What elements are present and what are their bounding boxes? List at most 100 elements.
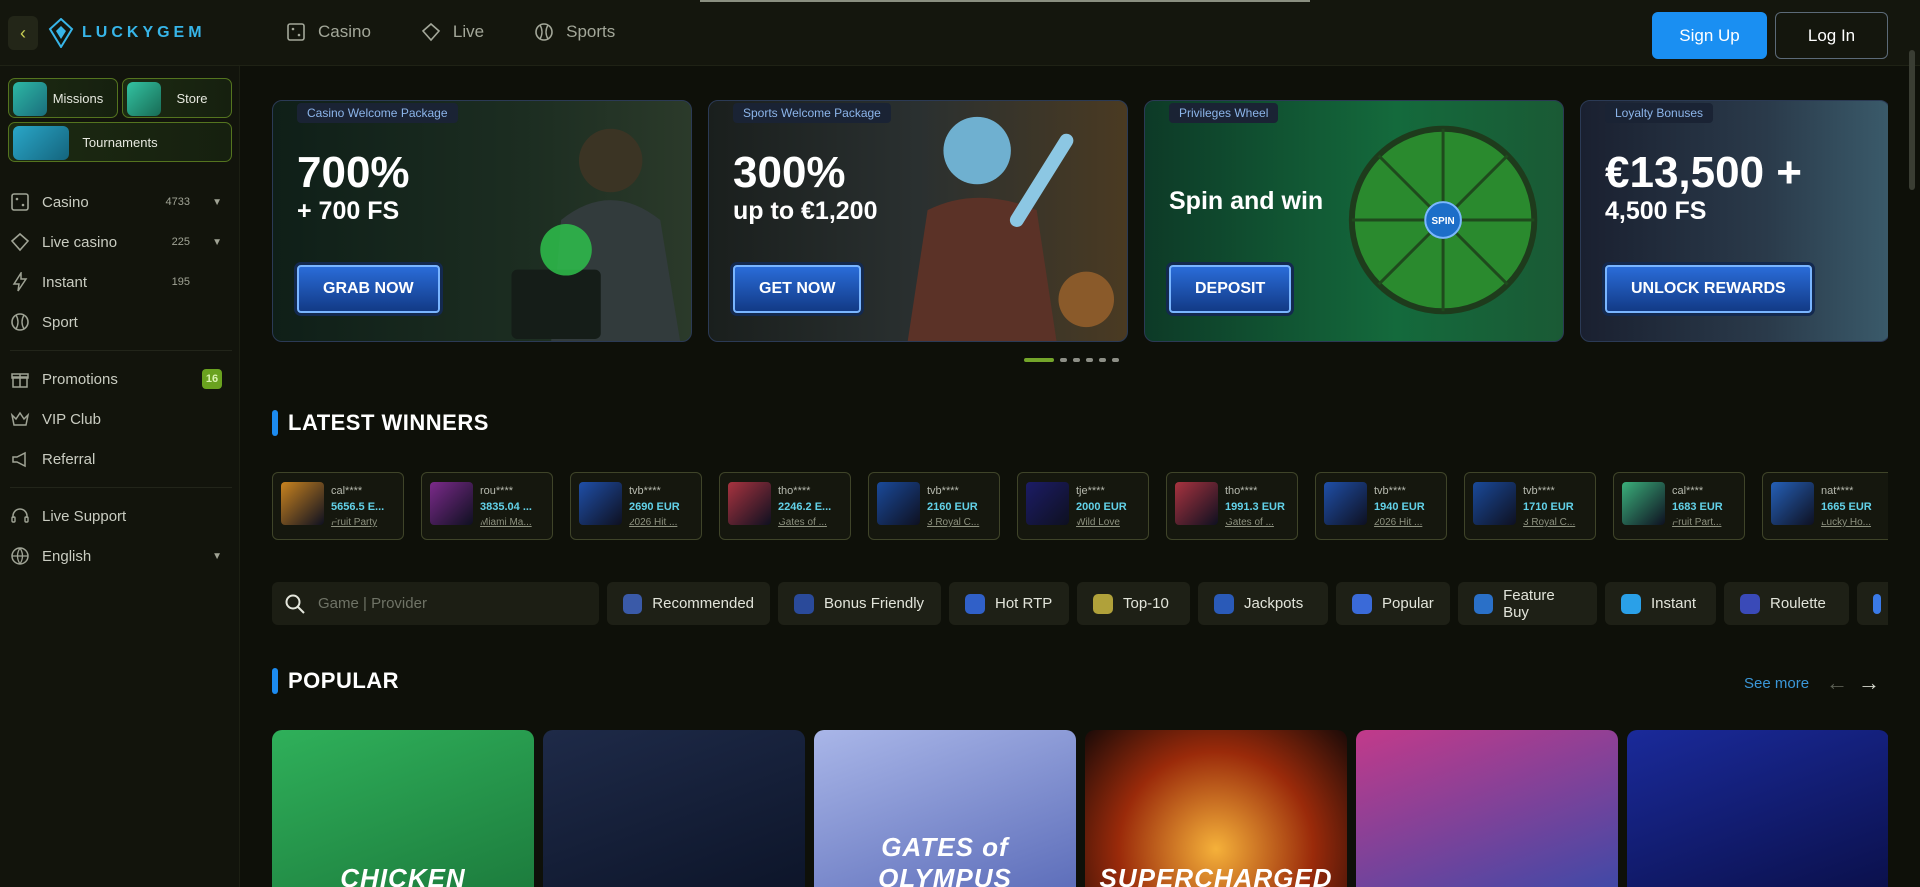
banner-privileges-wheel[interactable]: SPIN Privileges Wheel Spin and win DEPOS…	[1144, 100, 1564, 342]
winner-card[interactable]: tvb**** 2690 EUR 2026 Hit ...	[570, 472, 702, 540]
live-icon	[421, 22, 441, 42]
topnav-casino-label: Casino	[318, 22, 371, 41]
winner-card[interactable]: tvb**** 1710 EUR 3 Royal C...	[1464, 472, 1596, 540]
filter-recommended[interactable]: Recommended	[607, 582, 770, 625]
see-more-link[interactable]: See more	[1744, 675, 1809, 692]
winner-card[interactable]: rou**** 3835.04 ... Miami Ma...	[421, 472, 553, 540]
banner-loyalty-bonuses[interactable]: Loyalty Bonuses €13,500 + 4,500 FS UNLOC…	[1580, 100, 1888, 342]
carousel-dot[interactable]	[1099, 358, 1106, 362]
sidebar-item-label: Instant	[42, 273, 88, 291]
chevron-down-icon[interactable]: ▼	[212, 197, 222, 208]
language-selector[interactable]: English ▼	[10, 541, 232, 571]
sidebar-divider	[10, 487, 232, 488]
sidebar-item-referral[interactable]: Referral	[10, 444, 232, 474]
game-tile-supercharged[interactable]: SUPERCHARGED	[1085, 730, 1347, 887]
search-icon	[285, 594, 305, 614]
winner-card[interactable]: tvb**** 1940 EUR 2026 Hit ...	[1315, 472, 1447, 540]
sidebar-item-casino[interactable]: Casino 4733 ▼	[10, 187, 232, 217]
topnav-live-label: Live	[452, 22, 485, 41]
deposit-button[interactable]: DEPOSIT	[1169, 265, 1292, 313]
sidebar-item-instant[interactable]: Instant 195	[10, 267, 232, 297]
arrow-left-icon[interactable]: ←	[1826, 670, 1848, 696]
winner-card[interactable]: tvb**** 2160 EUR 3 Royal C...	[868, 472, 1000, 540]
sidebar-item-label: Live casino	[42, 233, 118, 251]
sidebar-item-live-casino[interactable]: Live casino 225 ▼	[10, 227, 232, 257]
winner-card[interactable]: tho**** 2246.2 E... Gates of ...	[719, 472, 851, 540]
logo[interactable]: LUCKYGEM	[48, 18, 206, 48]
winner-amount: 1940 EUR	[1374, 501, 1425, 513]
winner-card[interactable]: tho**** 1991.3 EUR Gates of ...	[1166, 472, 1298, 540]
filter-popular[interactable]: Popular	[1336, 582, 1450, 625]
sidebar-divider	[10, 350, 232, 351]
winner-username: tvb****	[1374, 485, 1406, 497]
carousel-dot[interactable]	[1112, 358, 1119, 362]
game-thumbnail	[1473, 482, 1516, 525]
scrollbar-thumb[interactable]	[1909, 50, 1915, 190]
game-tile-chicken[interactable]: CHICKEN	[272, 730, 534, 887]
filter-instant[interactable]: Instant	[1605, 582, 1716, 625]
grab-now-button[interactable]: GRAB NOW	[297, 265, 440, 313]
sports-ball-icon	[11, 313, 29, 331]
winner-game-link[interactable]: Lucky Ho...	[1821, 517, 1888, 542]
banner-casino-art	[511, 128, 681, 341]
sidebar-item-live-support[interactable]: Live Support	[10, 501, 232, 531]
winner-card[interactable]: cal**** 1683 EUR Fruit Part...	[1613, 472, 1745, 540]
log-in-button[interactable]: Log In	[1775, 12, 1888, 59]
game-tile-gates-of-olympus[interactable]: GATES of OLYMPUS	[814, 730, 1076, 887]
game-tile-game-6[interactable]	[1627, 730, 1888, 887]
chevron-down-icon[interactable]: ▼	[212, 551, 222, 562]
filter-hot-rtp[interactable]: Hot RTP	[949, 582, 1069, 625]
sign-up-button[interactable]: Sign Up	[1652, 12, 1767, 59]
game-title: GATES of OLYMPUS	[878, 832, 1012, 887]
collapse-sidebar-button[interactable]: ‹	[8, 16, 38, 50]
get-now-button[interactable]: GET NOW	[733, 265, 862, 313]
game-thumbnail	[1175, 482, 1218, 525]
store-chip[interactable]: Store	[122, 78, 232, 118]
carousel-dot[interactable]	[1086, 358, 1093, 362]
game-tile-game-5[interactable]	[1356, 730, 1618, 887]
roulette-icon	[1740, 593, 1760, 614]
filter-roulette[interactable]: Roulette	[1724, 582, 1849, 625]
banner-casino-welcome[interactable]: Casino Welcome Package 700% + 700 FS GRA…	[272, 100, 692, 342]
winner-amount: 2000 EUR	[1076, 501, 1127, 513]
top-10-icon	[1093, 593, 1113, 614]
carousel-dot[interactable]	[1024, 358, 1054, 362]
winner-card[interactable]: cal**** 5656.5 E... Fruit Party	[272, 472, 404, 540]
winner-username: tje****	[1076, 485, 1105, 497]
topnav-casino[interactable]: Casino	[286, 22, 371, 42]
tournaments-chip[interactable]: Tournaments	[8, 122, 232, 162]
filter-bonus-friendly[interactable]: Bonus Friendly	[778, 582, 941, 625]
filter-label: Roulette	[1770, 595, 1826, 612]
filter-more[interactable]	[1857, 582, 1888, 625]
chevron-left-icon: ‹	[20, 22, 26, 43]
winner-card[interactable]: nat**** 1665 EUR Lucky Ho...	[1762, 472, 1888, 540]
missions-chip[interactable]: Missions	[8, 78, 118, 118]
search-input[interactable]: Game | Provider	[272, 582, 599, 625]
winner-card[interactable]: tje**** 2000 EUR Wild Love	[1017, 472, 1149, 540]
banner-sports-welcome[interactable]: Sports Welcome Package 300% up to €1,200…	[708, 100, 1128, 342]
promo-carousel: Casino Welcome Package 700% + 700 FS GRA…	[272, 100, 1888, 345]
sidebar-item-vip-club[interactable]: VIP Club	[10, 404, 232, 434]
game-thumbnail	[1622, 482, 1665, 525]
sidebar-item-promotions[interactable]: Promotions 16	[10, 364, 232, 394]
carousel-dot[interactable]	[1060, 358, 1067, 362]
chevron-down-icon[interactable]: ▼	[212, 237, 222, 248]
unlock-rewards-button[interactable]: UNLOCK REWARDS	[1605, 265, 1812, 313]
filter-jackpots[interactable]: Jackpots	[1198, 582, 1328, 625]
topnav-sports[interactable]: Sports	[534, 22, 615, 42]
filter-label: Recommended	[652, 595, 754, 612]
live-casino-icon	[10, 232, 30, 252]
jackpots-icon	[1214, 593, 1234, 614]
store-label: Store	[176, 90, 208, 106]
game-tile-game-2[interactable]	[543, 730, 805, 887]
sidebar-item-label: Referral	[42, 450, 96, 468]
sidebar-item-sport[interactable]: Sport	[10, 307, 232, 337]
filter-top-10[interactable]: Top-10	[1077, 582, 1190, 625]
filter-label: Feature Buy	[1503, 586, 1555, 621]
winner-username: nat****	[1821, 485, 1854, 497]
topnav-live[interactable]: Live	[421, 22, 484, 42]
filter-feature-buy[interactable]: Feature Buy	[1458, 582, 1597, 625]
arrow-right-icon[interactable]: →	[1858, 670, 1880, 696]
filter-label: Popular	[1382, 595, 1434, 612]
carousel-dot[interactable]	[1073, 358, 1080, 362]
